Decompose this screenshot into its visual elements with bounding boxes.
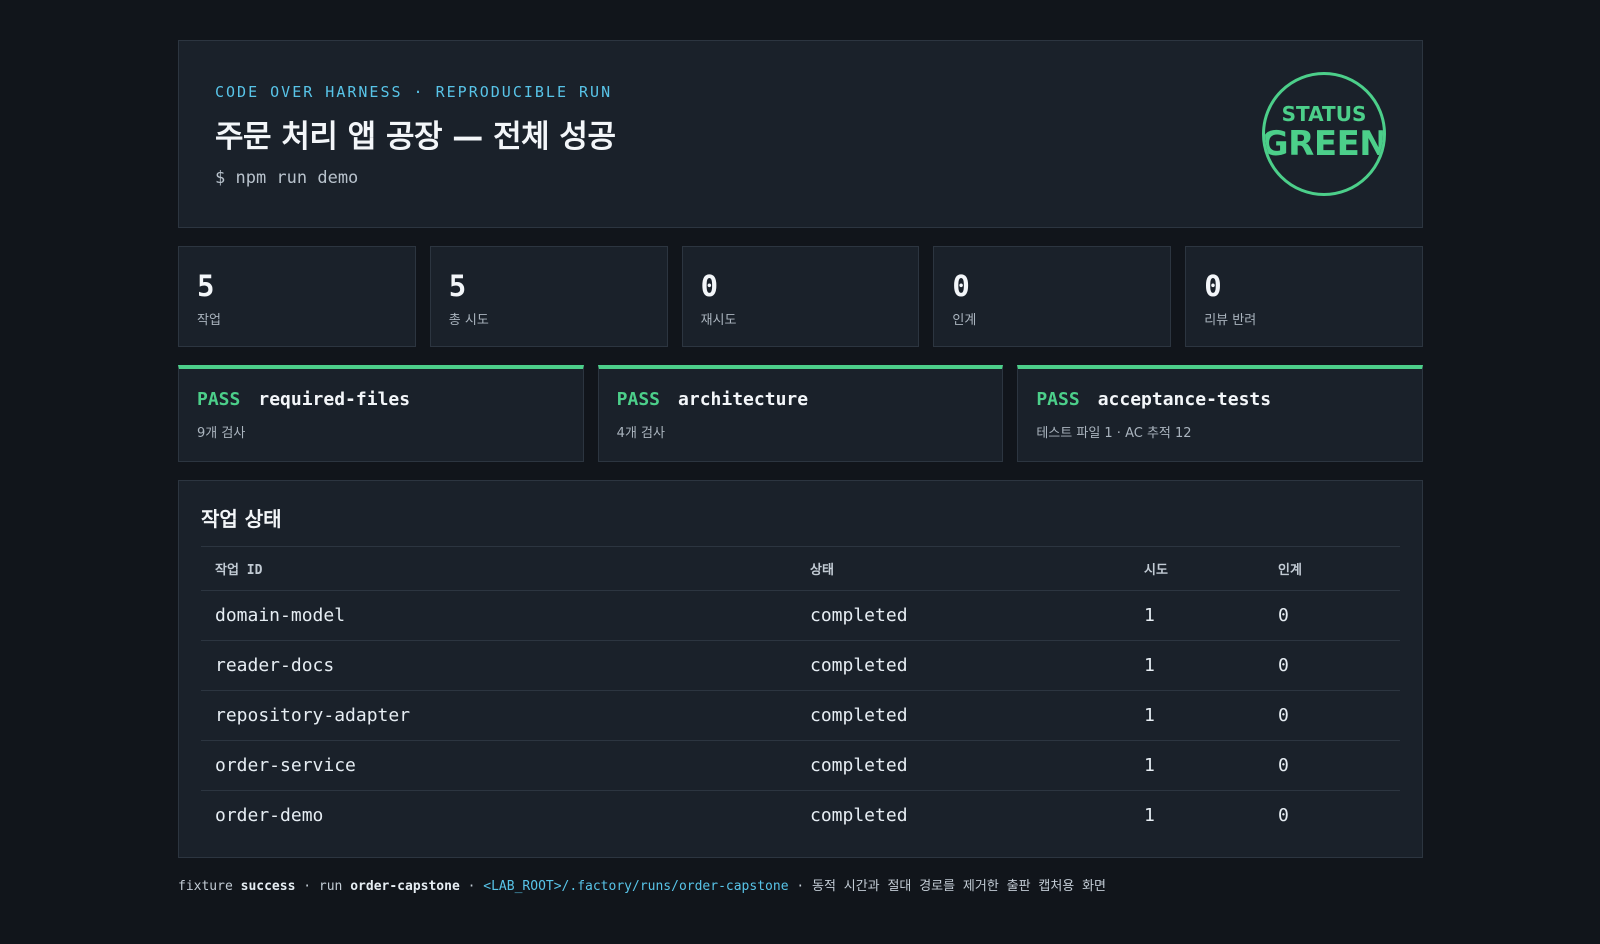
check-status-badge: PASS <box>197 389 241 410</box>
check-heading: PASS architecture <box>617 389 985 410</box>
task-handoffs-cell: 0 <box>1264 640 1400 691</box>
summary-header: CODE OVER HARNESS · REPRODUCIBLE RUN 주문 … <box>178 40 1423 228</box>
run-path: <LAB_ROOT>/.factory/runs/order-capstone <box>483 879 789 894</box>
table-row: order-service completed 1 0 <box>201 740 1400 791</box>
task-table: 작업 ID 상태 시도 인계 domain-model completed 1 … <box>201 546 1400 841</box>
stats-row: 5 작업 5 총 시도 0 재시도 0 인계 0 리뷰 반려 <box>178 246 1423 347</box>
task-status-panel: 작업 상태 작업 ID 상태 시도 인계 domain-model comple… <box>178 480 1423 858</box>
task-status-cell: completed <box>796 740 1130 791</box>
check-name: architecture <box>678 389 809 410</box>
task-status-cell: completed <box>810 805 908 827</box>
run-value: order-capstone <box>350 879 460 894</box>
stat-card-handoffs: 0 인계 <box>933 246 1172 347</box>
check-card-acceptance-tests: PASS acceptance-tests 테스트 파일 1 · AC 추적 12 <box>1017 365 1424 462</box>
check-card-architecture: PASS architecture 4개 검사 <box>597 365 1004 462</box>
column-header-handoffs: 인계 <box>1264 546 1400 591</box>
stat-value: 0 <box>1204 269 1222 303</box>
check-card-required-files: PASS required-files 9개 검사 <box>178 365 584 462</box>
check-status-badge: PASS <box>1036 389 1080 410</box>
task-handoffs-cell: 0 <box>1264 740 1400 791</box>
eyebrow-text: CODE OVER HARNESS · REPRODUCIBLE RUN <box>215 83 613 101</box>
status-badge: STATUS GREEN <box>1262 72 1386 196</box>
task-status-title: 작업 상태 <box>201 507 282 531</box>
table-header-row: 작업 ID 상태 시도 인계 <box>201 546 1400 591</box>
fixture-value: success <box>240 879 296 894</box>
task-id-cell: reader-docs <box>201 640 796 691</box>
stat-value: 0 <box>700 269 719 303</box>
check-detail: 9개 검사 <box>197 426 246 441</box>
footer-separator: · <box>295 879 319 894</box>
stat-card-review-rejections: 0 리뷰 반려 <box>1185 246 1423 347</box>
footer-meta: fixture success · run order-capstone · <… <box>178 875 1106 894</box>
checks-row: PASS required-files 9개 검사 PASS architectur… <box>178 365 1424 462</box>
stat-card-retries: 0 재시도 <box>681 246 920 347</box>
column-header-task-id: 작업 ID <box>201 546 796 591</box>
check-heading: PASS acceptance-tests <box>1036 389 1404 410</box>
stat-label: 인계 <box>952 313 977 328</box>
task-attempts-cell: 1 <box>1130 640 1264 691</box>
stat-value: 5 <box>448 269 467 303</box>
task-status-cell: completed <box>796 690 1130 741</box>
stat-card-tasks: 5 작업 <box>178 246 416 347</box>
task-attempts-cell: 1 <box>1130 590 1264 641</box>
stat-label: 리뷰 반려 <box>1204 313 1257 328</box>
check-name: acceptance-tests <box>1097 389 1272 410</box>
column-header-status: 상태 <box>796 546 1130 591</box>
check-status-badge: PASS <box>616 389 661 410</box>
task-attempts-cell: 1 <box>1130 740 1264 791</box>
table-row: domain-model completed 1 0 <box>201 590 1400 641</box>
check-name: required-files <box>258 389 411 410</box>
task-id-cell: domain-model <box>201 590 796 641</box>
stat-card-total-attempts: 5 총 시도 <box>429 246 668 347</box>
task-id-cell: order-demo <box>215 805 324 827</box>
task-status-cell: completed <box>796 590 1130 641</box>
run-label: run <box>318 879 343 894</box>
report-container: CODE OVER HARNESS · REPRODUCIBLE RUN 주문 … <box>178 40 1424 858</box>
status-value: GREEN <box>1262 124 1386 164</box>
check-heading: PASS required-files <box>197 389 565 410</box>
fixture-label: fixture <box>178 879 233 894</box>
task-attempts-cell: 1 <box>1144 805 1155 827</box>
column-header-attempts: 시도 <box>1130 546 1264 591</box>
run-command: $ npm run demo <box>215 168 359 188</box>
footer-separator: · <box>788 879 813 894</box>
task-handoffs-cell: 0 <box>1264 590 1400 641</box>
stat-label: 작업 <box>197 313 221 328</box>
task-handoffs-cell: 0 <box>1264 690 1400 741</box>
check-detail: 4개 검사 <box>616 426 665 441</box>
task-handoffs-cell: 0 <box>1278 805 1289 827</box>
status-label: STATUS <box>1281 102 1367 126</box>
stat-label: 총 시도 <box>448 313 489 328</box>
table-row: order-demo completed 1 0 <box>201 791 1400 841</box>
table-row: reader-docs completed 1 0 <box>201 640 1400 691</box>
footer-separator: · <box>459 879 484 894</box>
stat-value: 0 <box>952 269 970 303</box>
task-id-cell: repository-adapter <box>201 690 796 741</box>
task-id-cell: order-service <box>201 740 796 791</box>
stat-value: 5 <box>197 269 215 303</box>
stat-label: 재시도 <box>700 313 737 328</box>
task-status-cell: completed <box>796 640 1130 691</box>
footer-note: 동적 시간과 절대 경로를 제거한 출판 캡처용 화면 <box>812 879 1107 894</box>
task-attempts-cell: 1 <box>1130 690 1264 741</box>
page-title: 주문 처리 앱 공장 — 전체 성공 <box>215 119 616 155</box>
table-row: repository-adapter completed 1 0 <box>201 690 1400 741</box>
check-detail: 테스트 파일 1 · AC 추적 12 <box>1036 426 1192 441</box>
